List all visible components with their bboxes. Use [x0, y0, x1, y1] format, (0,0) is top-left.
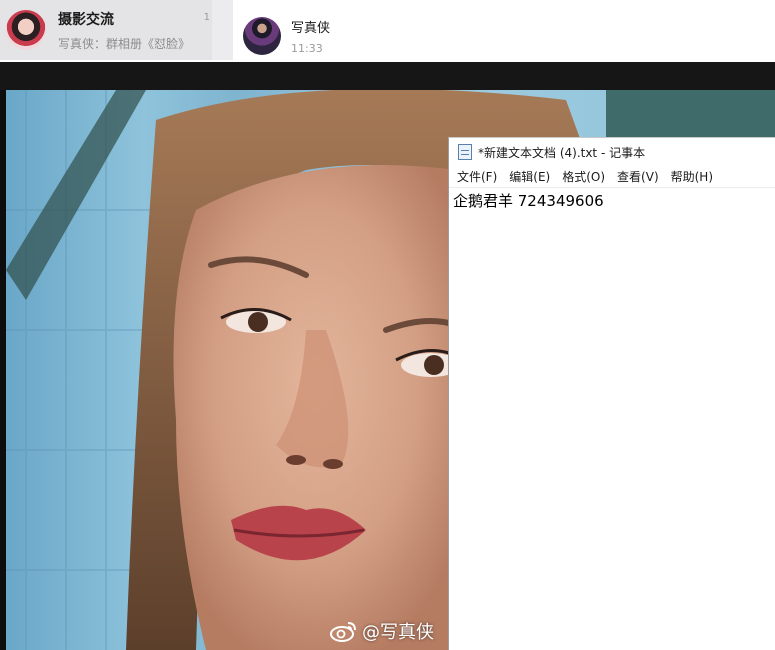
notepad-titlebar[interactable]: *新建文本文档 (4).txt - 记事本: [449, 138, 775, 166]
chat-avatar: [6, 10, 46, 50]
notepad-title: *新建文本文档 (4).txt - 记事本: [478, 145, 646, 160]
message-time: 11:33: [291, 42, 323, 55]
chat-header-text: 写真侠 11:33: [291, 17, 330, 55]
chat-title: 摄影交流: [58, 11, 114, 28]
notepad-window[interactable]: *新建文本文档 (4).txt - 记事本 文件(F) 编辑(E) 格式(O) …: [448, 137, 775, 650]
header-avatar[interactable]: [243, 17, 281, 55]
weibo-icon: [330, 622, 356, 642]
watermark-text: @写真侠: [362, 622, 434, 643]
menu-format[interactable]: 格式(O): [556, 168, 611, 185]
text-file-icon: [458, 144, 472, 160]
chat-header[interactable]: 写真侠 11:33: [233, 10, 775, 62]
image-viewer-bar: [0, 62, 775, 90]
chat-preview: 写真侠：群相册《怼脸》: [58, 36, 191, 51]
chat-divider: [212, 0, 233, 60]
menu-help[interactable]: 帮助(H): [665, 168, 719, 185]
weibo-watermark: @写真侠: [330, 618, 434, 644]
notepad-menubar: 文件(F) 编辑(E) 格式(O) 查看(V) 帮助(H): [449, 166, 775, 188]
chat-list-item-photography[interactable]: 摄影交流 写真侠：群相册《怼脸》 1: [0, 0, 212, 60]
menu-edit[interactable]: 编辑(E): [503, 168, 556, 185]
notepad-text-area[interactable]: 企鹅君羊 724349606: [449, 188, 775, 213]
chat-text: 摄影交流 写真侠：群相册《怼脸》: [58, 9, 190, 52]
menu-view[interactable]: 查看(V): [611, 168, 665, 185]
unread-count: 1: [203, 12, 210, 23]
sender-name: 写真侠: [291, 21, 331, 36]
menu-file[interactable]: 文件(F): [451, 168, 503, 185]
